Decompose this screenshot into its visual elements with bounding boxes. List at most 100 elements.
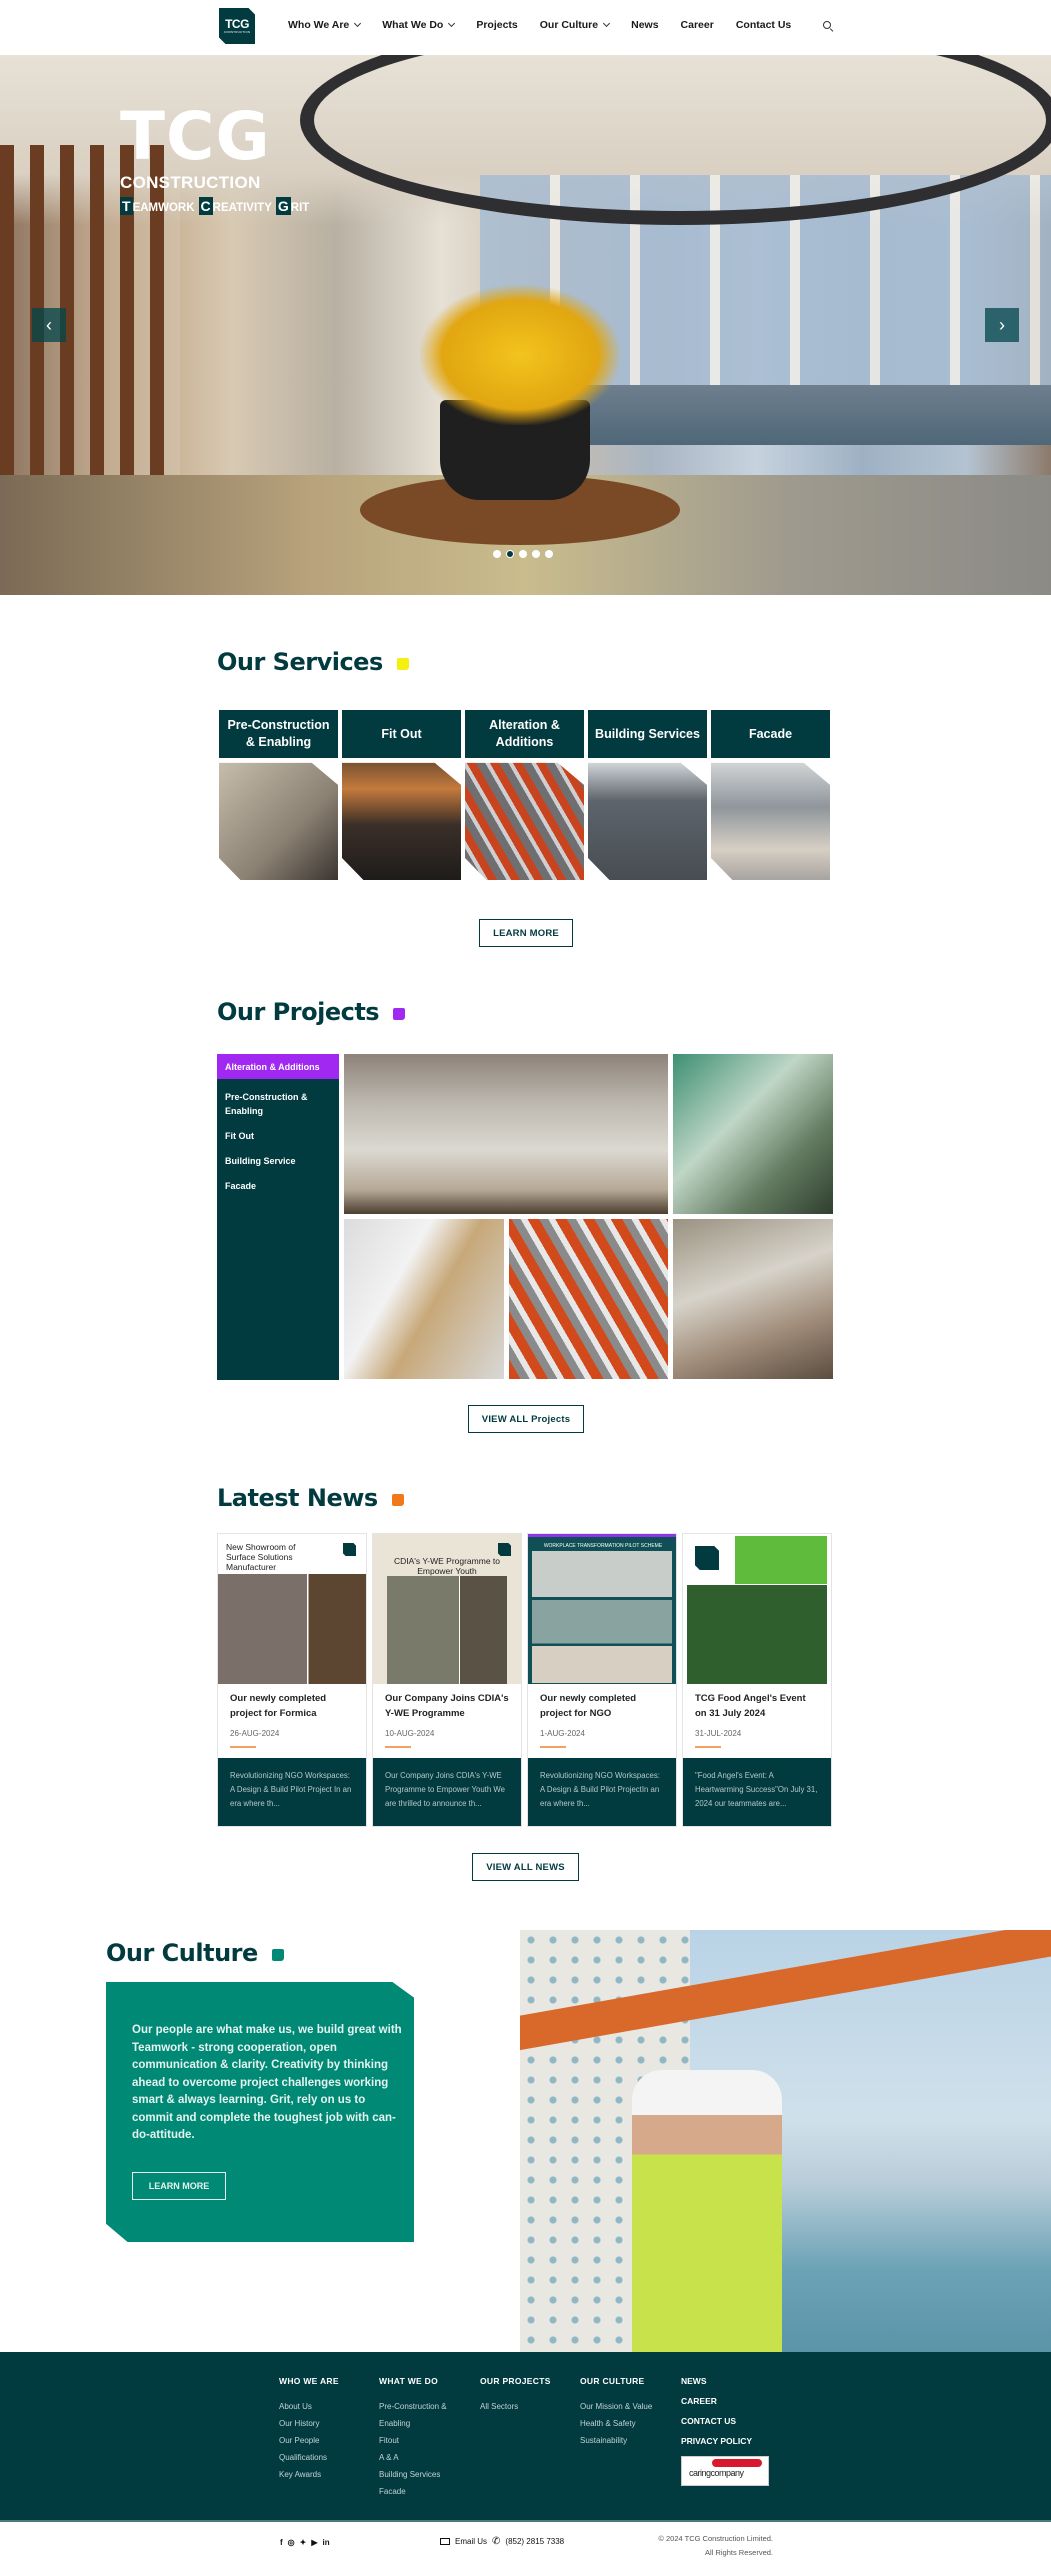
footer-link[interactable]: Our History: [279, 2415, 357, 2432]
contact-info: Email Us ✆ (852) 2815 7338: [440, 2536, 564, 2547]
carousel-dot[interactable]: [545, 550, 553, 558]
hero-title: TCG: [120, 98, 271, 175]
nav-who-we-are[interactable]: Who We Are: [288, 19, 362, 31]
service-card-facade[interactable]: Facade: [711, 710, 830, 880]
bottom-bar: f ◎ ✦ ▶ in Email Us ✆ (852) 2815 7338 © …: [0, 2520, 1051, 2560]
section-title: Our Services: [217, 648, 383, 676]
services-heading: Our Services: [217, 648, 409, 676]
news-card[interactable]: WORKPLACE TRANSFORMATION PILOT SCHEME Ou…: [527, 1533, 677, 1827]
chevron-down-icon: [354, 19, 362, 28]
project-category-facade[interactable]: Facade: [217, 1179, 339, 1193]
footer-link[interactable]: Our People: [279, 2432, 357, 2449]
footer-heading: OUR CULTURE: [580, 2376, 645, 2386]
nav-our-culture[interactable]: Our Culture: [540, 19, 611, 31]
service-card-pre-construction[interactable]: Pre-Construction & Enabling: [219, 710, 338, 880]
news-heading: Latest News: [217, 1484, 404, 1512]
footer-link[interactable]: Fitout: [379, 2432, 457, 2449]
footer-contact-link[interactable]: CONTACT US: [681, 2416, 769, 2426]
service-card-alteration[interactable]: Alteration & Additions: [465, 710, 584, 880]
footer-link[interactable]: Facade: [379, 2483, 457, 2500]
hero-headline: TCG CONSTRUCTION T EAMWORK C REATIVITY G RI…: [120, 98, 309, 215]
accent-square-icon: [271, 1949, 284, 1961]
logo-text: TCG: [225, 17, 249, 31]
service-image: [465, 762, 584, 880]
carousel-dot-active[interactable]: [506, 550, 514, 558]
nav-what-we-do[interactable]: What We Do: [382, 19, 456, 31]
news-card[interactable]: New Showroom of Surface Solutions Manufa…: [217, 1533, 367, 1827]
carousel-prev-button[interactable]: ‹: [32, 308, 66, 342]
news-card[interactable]: TCG Food Angel's Event on 31 July 2024 3…: [682, 1533, 832, 1827]
phone-link[interactable]: (852) 2815 7338: [505, 2537, 564, 2546]
service-label: Fit Out: [342, 710, 461, 758]
footer-career-link[interactable]: CAREER: [681, 2396, 769, 2406]
twitter-icon[interactable]: ✦: [300, 2538, 307, 2547]
project-image[interactable]: [673, 1054, 833, 1214]
thumbnail-collage: [387, 1576, 507, 1684]
footer-link[interactable]: Qualifications: [279, 2449, 357, 2466]
site-footer: WHO WE ARE About Us Our History Our Peop…: [0, 2352, 1051, 2520]
tcg-logo[interactable]: TCG CONSTRUCTION: [219, 8, 255, 44]
view-all-projects-button[interactable]: VIEW ALL Projects: [468, 1405, 584, 1433]
project-category-fit-out[interactable]: Fit Out: [217, 1129, 339, 1143]
instagram-icon[interactable]: ◎: [288, 2538, 295, 2547]
project-image[interactable]: [344, 1054, 668, 1214]
footer-link[interactable]: Sustainability: [580, 2432, 658, 2449]
search-icon[interactable]: [823, 21, 833, 31]
culture-card: Our people are what make us, we build gr…: [106, 1982, 414, 2242]
culture-text: Our people are what make us, we build gr…: [132, 2024, 402, 2141]
project-image[interactable]: [509, 1219, 668, 1379]
news-card[interactable]: CDIA's Y-WE Programme to Empower Youth O…: [372, 1533, 522, 1827]
services-learn-more-button[interactable]: LEARN MORE: [479, 919, 573, 947]
footer-link[interactable]: Our Mission & Value: [580, 2398, 672, 2415]
nav-projects[interactable]: Projects: [476, 19, 517, 31]
news-title: TCG Food Angel's Event on 31 July 2024: [695, 1693, 806, 1719]
linkedin-icon[interactable]: in: [323, 2538, 330, 2547]
project-category-pre-construction[interactable]: Pre-Construction & Enabling: [217, 1090, 339, 1118]
footer-news-link[interactable]: NEWS: [681, 2376, 769, 2386]
project-category-alteration[interactable]: Alteration & Additions: [217, 1054, 339, 1079]
nav-news[interactable]: News: [631, 19, 658, 31]
chevron-down-icon: [603, 19, 611, 28]
facebook-icon[interactable]: f: [280, 2538, 283, 2547]
accent-square-icon: [391, 1494, 404, 1506]
main-nav: Who We Are What We Do Projects Our Cultu…: [288, 19, 813, 31]
email-us-link[interactable]: Email Us: [455, 2537, 487, 2546]
caring-company-badge: caringcompany: [681, 2456, 769, 2486]
service-card-building-services[interactable]: Building Services: [588, 710, 707, 880]
culture-learn-more-button[interactable]: LEARN MORE: [132, 2172, 226, 2200]
footer-link[interactable]: Health & Safety: [580, 2415, 658, 2432]
nav-label: What We Do: [382, 19, 444, 31]
tcg-mini-logo-icon: [498, 1543, 511, 1556]
project-image[interactable]: [344, 1219, 504, 1379]
view-all-news-button[interactable]: VIEW ALL NEWS: [472, 1853, 579, 1881]
footer-link[interactable]: All Sectors: [480, 2398, 558, 2415]
carousel-dot[interactable]: [493, 550, 501, 558]
news-excerpt: Revolutionizing NGO Workspaces: A Design…: [218, 1758, 366, 1826]
service-card-fit-out[interactable]: Fit Out: [342, 710, 461, 880]
nav-career[interactable]: Career: [681, 19, 714, 31]
carousel-dot[interactable]: [519, 550, 527, 558]
hero-subtitle: CONSTRUCTION: [120, 173, 261, 192]
culture-photo: [520, 1930, 1051, 2352]
footer-link[interactable]: Building Services: [379, 2466, 457, 2483]
carousel-next-button[interactable]: ›: [985, 308, 1019, 342]
project-image[interactable]: [673, 1219, 833, 1379]
footer-link[interactable]: A & A: [379, 2449, 457, 2466]
news-date: 10-AUG-2024: [385, 1729, 435, 1738]
tagline-initial: C: [198, 197, 213, 215]
thumbnail-collage: [735, 1536, 827, 1584]
news-list: New Showroom of Surface Solutions Manufa…: [217, 1533, 832, 1827]
carousel-dot[interactable]: [532, 550, 540, 558]
thumbnail-collage: [218, 1574, 366, 1684]
chevron-right-icon: ›: [999, 314, 1005, 335]
youtube-icon[interactable]: ▶: [311, 2538, 317, 2547]
footer-link[interactable]: Pre-Construction & Enabling: [379, 2398, 457, 2432]
footer-link[interactable]: Key Awards: [279, 2466, 357, 2483]
project-category-building-service[interactable]: Building Service: [217, 1154, 339, 1168]
nav-contact-us[interactable]: Contact Us: [736, 19, 791, 31]
footer-privacy-link[interactable]: PRIVACY POLICY: [681, 2436, 769, 2446]
logo-subtext: CONSTRUCTION: [223, 30, 251, 34]
nav-label: Contact Us: [735, 19, 792, 31]
news-title: Our newly completed project for Formica: [230, 1693, 327, 1719]
footer-link[interactable]: About Us: [279, 2398, 357, 2415]
